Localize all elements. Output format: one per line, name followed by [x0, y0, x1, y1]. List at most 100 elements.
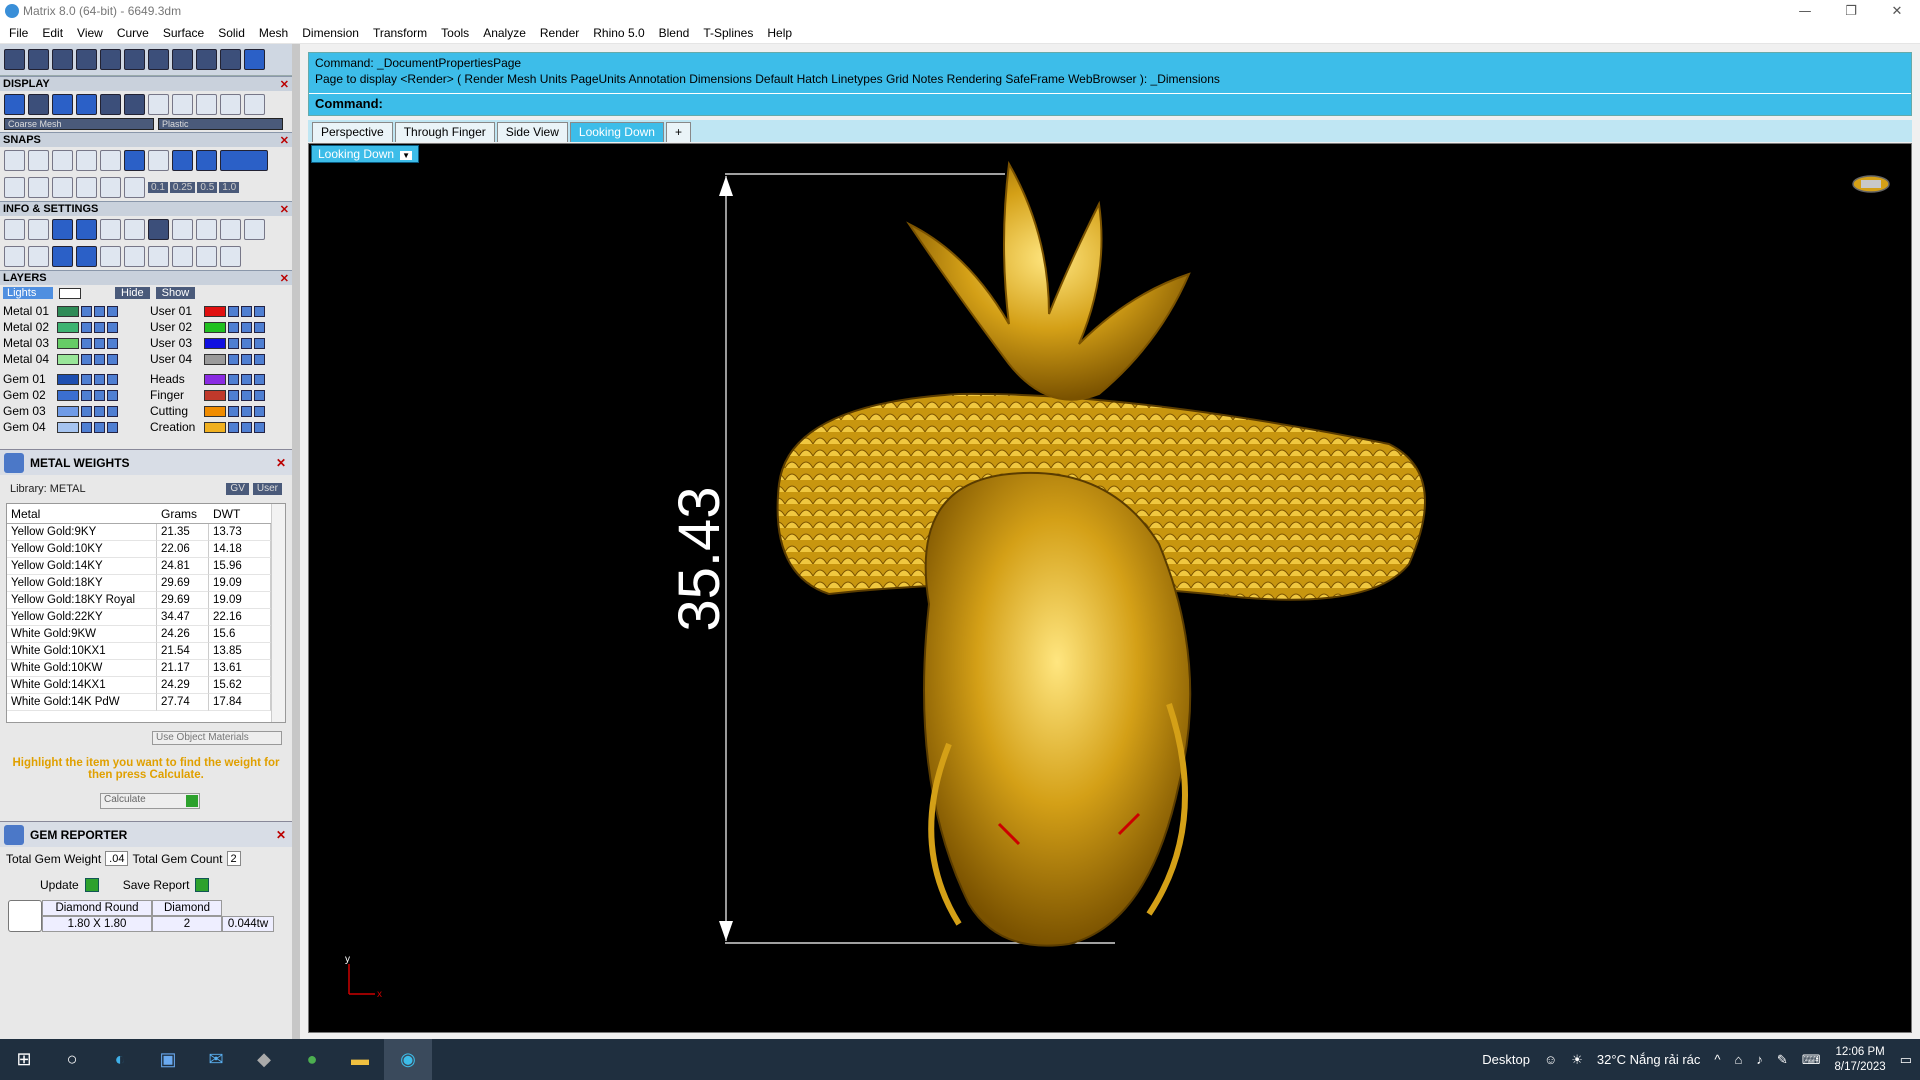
restore-icon[interactable]: ❐: [1828, 0, 1874, 22]
layer-visible-icon[interactable]: [94, 305, 105, 317]
layer-visible-icon[interactable]: [94, 421, 105, 433]
close-icon[interactable]: ✕: [280, 203, 289, 216]
layer-render-icon[interactable]: [254, 305, 265, 317]
layer-visible-icon[interactable]: [94, 373, 105, 385]
history-2-icon[interactable]: [196, 219, 217, 240]
layer-lock-icon[interactable]: [228, 321, 239, 333]
snap-point-icon[interactable]: [76, 150, 97, 171]
column-header[interactable]: Metal: [7, 507, 157, 521]
mail-icon[interactable]: ✉: [192, 1039, 240, 1080]
table-row[interactable]: Yellow Gold:9KY 21.35 13.73: [7, 524, 285, 541]
layer-row[interactable]: User 03: [150, 335, 289, 351]
layer-lock-icon[interactable]: [81, 305, 92, 317]
layer-color-swatch[interactable]: [204, 305, 226, 317]
table-row[interactable]: Yellow Gold:14KY 24.81 15.96: [7, 558, 285, 575]
settings-icon[interactable]: [4, 219, 25, 240]
layer-row[interactable]: Gem 01: [3, 371, 142, 387]
menu-item-solid[interactable]: Solid: [211, 26, 252, 40]
menu-item-edit[interactable]: Edit: [35, 26, 70, 40]
user-button[interactable]: User: [252, 483, 282, 495]
tab-side-view[interactable]: Side View: [496, 122, 568, 142]
menu-item-dimension[interactable]: Dimension: [295, 26, 366, 40]
keyboard-icon[interactable]: ⌨: [1802, 1052, 1821, 1068]
cplane-icon[interactable]: [124, 177, 145, 198]
window-icon[interactable]: [28, 246, 49, 267]
layer-lock-icon[interactable]: [228, 421, 239, 433]
layer-row[interactable]: User 02: [150, 319, 289, 335]
layer-render-icon[interactable]: [254, 405, 265, 417]
array-icon[interactable]: [172, 49, 193, 70]
snap-step[interactable]: 0.1: [148, 182, 168, 193]
layer-row[interactable]: User 01: [150, 303, 289, 319]
column-header[interactable]: DWT: [209, 507, 271, 521]
table-row[interactable]: White Gold:14KX1 24.29 15.62: [7, 677, 285, 694]
store-icon[interactable]: ▣: [144, 1039, 192, 1080]
ghost-icon[interactable]: [100, 94, 121, 115]
layer-visible-icon[interactable]: [241, 373, 252, 385]
layer-visible-icon[interactable]: [241, 321, 252, 333]
layer-row[interactable]: Metal 03: [3, 335, 142, 351]
layer-lock-icon[interactable]: [81, 373, 92, 385]
material-select[interactable]: Plastic: [158, 118, 283, 130]
layer-visible-icon[interactable]: [241, 353, 252, 365]
menu-item-help[interactable]: Help: [760, 26, 799, 40]
matrix-app-icon[interactable]: ◉: [384, 1039, 432, 1080]
layer-render-icon[interactable]: [254, 337, 265, 349]
filter-icon[interactable]: [100, 246, 121, 267]
layer-render-icon[interactable]: [107, 389, 118, 401]
layer-lock-icon[interactable]: [81, 353, 92, 365]
layer-color-swatch[interactable]: [57, 305, 79, 317]
layer-color-swatch[interactable]: [204, 353, 226, 365]
layer-render-icon[interactable]: [107, 421, 118, 433]
history-1-icon[interactable]: [172, 219, 193, 240]
search-icon[interactable]: ○: [48, 1039, 96, 1080]
snap-perp-icon[interactable]: [100, 150, 121, 171]
align-icon[interactable]: [196, 49, 217, 70]
layer-row[interactable]: Cutting: [150, 403, 289, 419]
tool-a-icon[interactable]: [172, 246, 193, 267]
rotate-3d-icon[interactable]: [52, 49, 73, 70]
material-3-icon[interactable]: [196, 94, 217, 115]
layer-lock-icon[interactable]: [81, 337, 92, 349]
layer-render-icon[interactable]: [254, 373, 265, 385]
ortho-icon[interactable]: [220, 150, 268, 171]
edge-browser-icon[interactable]: ◐: [96, 1039, 144, 1080]
menu-item-view[interactable]: View: [70, 26, 110, 40]
mirror-icon[interactable]: [76, 49, 97, 70]
scale-icon[interactable]: [148, 49, 169, 70]
layer-color-swatch[interactable]: [204, 405, 226, 417]
menu-item-curve[interactable]: Curve: [110, 26, 156, 40]
lights-layer[interactable]: Lights: [3, 287, 53, 299]
table-row[interactable]: White Gold:10KX1 21.54 13.85: [7, 643, 285, 660]
layer-render-icon[interactable]: [254, 389, 265, 401]
material-1-icon[interactable]: [148, 94, 169, 115]
layer-row[interactable]: Gem 03: [3, 403, 142, 419]
grid-icon[interactable]: [4, 177, 25, 198]
snap-end-icon[interactable]: [4, 150, 25, 171]
close-icon[interactable]: ✕: [280, 78, 289, 91]
snap-quad-icon[interactable]: [196, 150, 217, 171]
show-button[interactable]: Show: [155, 287, 196, 299]
table-row[interactable]: White Gold:10KW 21.17 13.61: [7, 660, 285, 677]
xray-icon[interactable]: [124, 94, 145, 115]
snap-mid-icon[interactable]: [28, 150, 49, 171]
command-input[interactable]: [386, 94, 1911, 113]
planar-icon[interactable]: [28, 177, 49, 198]
snap-tan-icon[interactable]: [124, 150, 145, 171]
layer-color-swatch[interactable]: [204, 321, 226, 333]
edit-icon[interactable]: [124, 219, 145, 240]
layer-lock-icon[interactable]: [81, 321, 92, 333]
select-tool-icon[interactable]: [4, 49, 25, 70]
layer-lock-icon[interactable]: [228, 337, 239, 349]
close-icon[interactable]: ✕: [280, 272, 289, 285]
save-report-button[interactable]: Save Report: [123, 878, 210, 892]
pen-icon[interactable]: ✎: [1777, 1052, 1788, 1068]
layer-lock-icon[interactable]: [228, 305, 239, 317]
network-icon[interactable]: ⌂: [1735, 1052, 1743, 1067]
weather-text[interactable]: 32°C Nắng rải rác: [1597, 1052, 1700, 1067]
windows-start-icon[interactable]: ⊞: [0, 1039, 48, 1080]
panel-icon[interactable]: [76, 246, 97, 267]
volume-icon[interactable]: ♪: [1756, 1052, 1763, 1067]
layer-row[interactable]: Gem 04: [3, 419, 142, 435]
add-tab-icon[interactable]: +: [665, 122, 691, 142]
